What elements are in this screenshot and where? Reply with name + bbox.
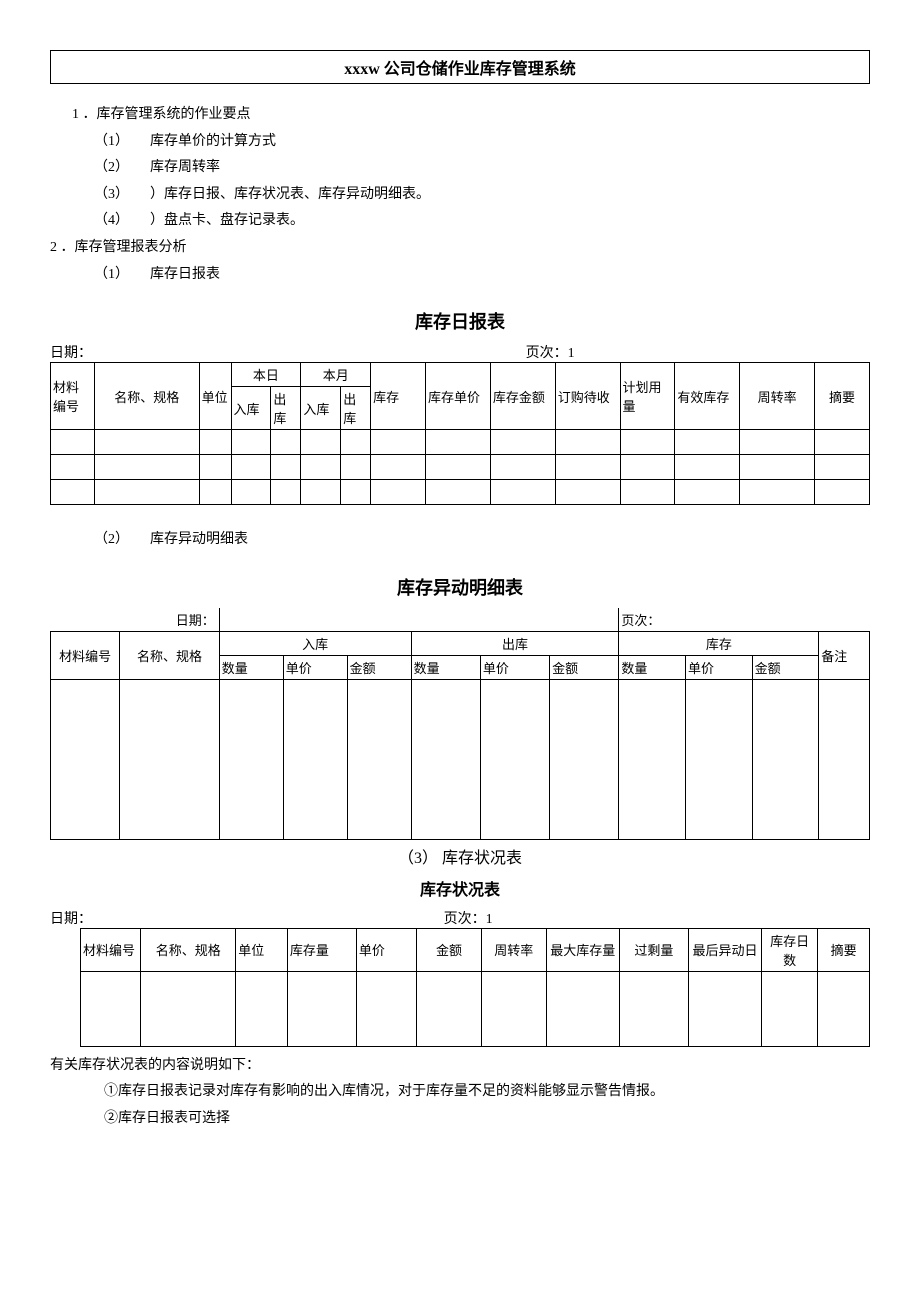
th-amount: 金额 (417, 928, 482, 971)
table3-date-label: 日期： (50, 908, 444, 928)
table-row (51, 679, 870, 839)
note-2: ②库存日报表可选择 (104, 1106, 870, 1133)
th-turnover: 周转率 (740, 363, 815, 430)
th-stock: 库存 (619, 631, 819, 655)
th-today: 本日 (231, 363, 301, 387)
th-month: 本月 (301, 363, 371, 387)
th-plan-usage: 计划用量 (620, 363, 675, 430)
table3-title: 库存状况表 (50, 876, 870, 900)
table3-page: 页次：1 (444, 908, 870, 928)
table-row (51, 455, 870, 480)
table-row (51, 430, 870, 455)
table1-page: 页次：1 (526, 342, 870, 362)
table-row (81, 971, 870, 1046)
th-stock-days: 库存日数 (762, 928, 818, 971)
th-month-out: 出库 (341, 387, 371, 430)
subsection-2-3: （3） 库存状况表 (50, 844, 870, 868)
th-name-spec: 名称、规格 (141, 928, 236, 971)
section-2-heading: 2 ．库存管理报表分析 (50, 235, 870, 262)
th-stock-qty: 数量 (619, 655, 686, 679)
th-summary: 摘要 (818, 928, 870, 971)
th-material-no: 材料编号 (81, 928, 141, 971)
th-stock-amount: 金额 (752, 655, 819, 679)
th-max-stock: 最大库存量 (546, 928, 619, 971)
th-in: 入库 (219, 631, 411, 655)
th-turnover: 周转率 (481, 928, 546, 971)
th-name-spec: 名称、规格 (120, 631, 219, 679)
table-row (51, 480, 870, 505)
th-out-amount: 金额 (550, 655, 619, 679)
th-stock: 库存 (371, 363, 426, 430)
th-price: 单价 (356, 928, 416, 971)
th-out-qty: 数量 (411, 655, 480, 679)
notes-intro: 有关库存状况表的内容说明如下： (50, 1053, 870, 1080)
stock-status-table: 材料编号 名称、规格 单位 库存量 单价 金额 周转率 最大库存量 过剩量 最后… (80, 928, 870, 1047)
th-material-no: 材料编号 (51, 631, 120, 679)
th-month-in: 入库 (301, 387, 341, 430)
section-1-heading: 1 ．库存管理系统的作业要点 (72, 102, 870, 129)
subsection-2-2: （2）库存异动明细表 (94, 527, 870, 554)
th-in-qty: 数量 (219, 655, 283, 679)
th-remark: 备注 (819, 631, 870, 679)
item-4: （4））盘点卡、盘存记录表。 (94, 208, 870, 235)
th-in-amount: 金额 (347, 655, 411, 679)
th-stock-price: 库存单价 (426, 363, 491, 430)
document-title: xxxw 公司仓储作业库存管理系统 (50, 50, 870, 84)
th-last-move: 最后异动日 (688, 928, 761, 971)
th-today-in: 入库 (231, 387, 271, 430)
th-stock-qty: 库存量 (287, 928, 356, 971)
subsection-2-1: （1）库存日报表 (94, 262, 870, 289)
table1-title: 库存日报表 (50, 308, 870, 334)
th-name-spec: 名称、规格 (94, 363, 199, 430)
th-summary: 摘要 (815, 363, 870, 430)
th-in-price: 单价 (283, 655, 347, 679)
th-out: 出库 (411, 631, 619, 655)
daily-report-table: 材料编号 名称、规格 单位 本日 本月 库存 库存单价 库存金额 订购待收 计划… (50, 362, 870, 505)
th-unit: 单位 (199, 363, 231, 430)
table1-date-label: 日期： (50, 342, 526, 362)
table2-page-label: 页次： (619, 608, 870, 632)
movement-detail-table: 日期： 页次： 材料编号 名称、规格 入库 出库 库存 备注 数量 单价 金额 … (50, 608, 870, 840)
th-pending: 订购待收 (555, 363, 620, 430)
table2-date-label: 日期： (51, 608, 220, 632)
th-unit: 单位 (236, 928, 288, 971)
item-3: （3））库存日报、库存状况表、库存异动明细表。 (94, 182, 870, 209)
th-stock-price: 单价 (686, 655, 753, 679)
note-1: ①库存日报表记录对库存有影响的出入库情况，对于库存量不足的资料能够显示警告情报。 (104, 1079, 870, 1106)
th-surplus: 过剩量 (619, 928, 688, 971)
th-today-out: 出库 (271, 387, 301, 430)
table2-title: 库存异动明细表 (50, 574, 870, 600)
th-out-price: 单价 (480, 655, 549, 679)
item-1: （1）库存单价的计算方式 (94, 129, 870, 156)
th-effective-stock: 有效库存 (675, 363, 740, 430)
item-2: （2）库存周转率 (94, 155, 870, 182)
th-material-no: 材料编号 (51, 363, 95, 430)
th-stock-amount: 库存金额 (490, 363, 555, 430)
